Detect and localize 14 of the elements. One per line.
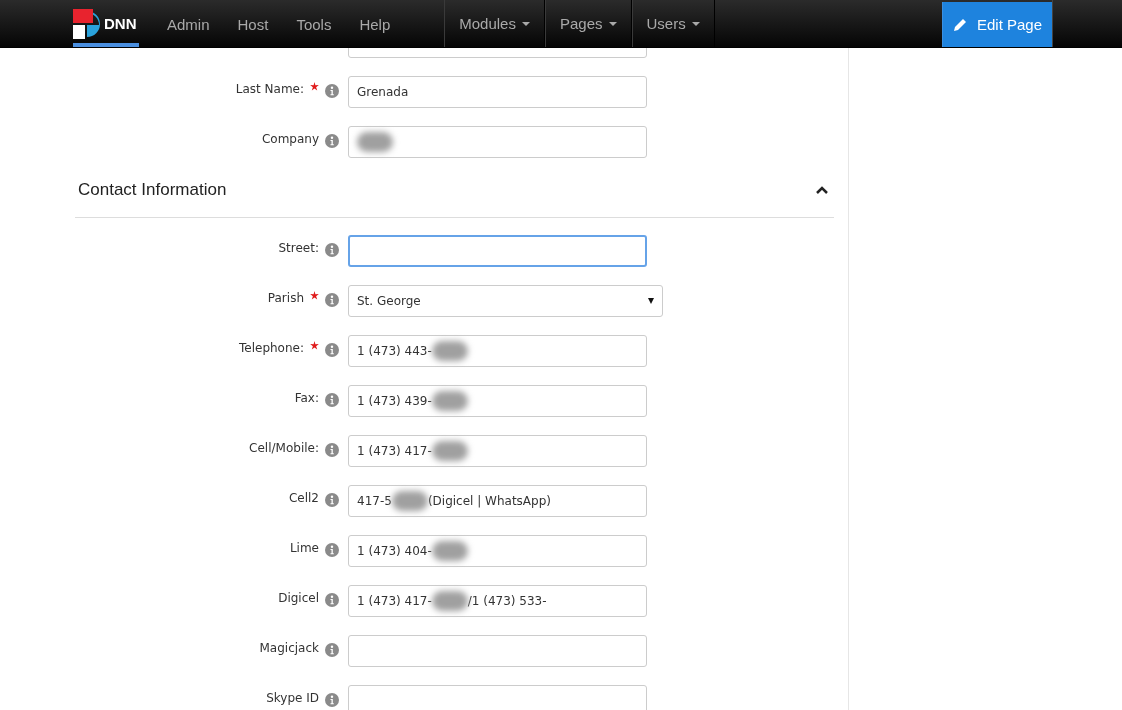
- field-label: Cell/Mobile:: [249, 441, 319, 455]
- logo-text: DNN: [104, 15, 137, 32]
- field-label: Last Name:: [235, 82, 304, 96]
- field-label: Street:: [278, 241, 319, 255]
- field-label: Parish: [267, 291, 304, 305]
- field-label: Digicel: [278, 591, 319, 605]
- field-label: Magicjack: [259, 641, 319, 655]
- field-label: Skype ID: [266, 691, 319, 705]
- field-label: Fax:: [294, 391, 319, 405]
- section-title: Contact Information: [78, 180, 227, 200]
- field-label: Telephone:: [239, 341, 304, 355]
- field-label: Company: [261, 132, 319, 146]
- field-label: Cell2: [288, 491, 319, 505]
- field-label: Lime: [289, 541, 319, 555]
